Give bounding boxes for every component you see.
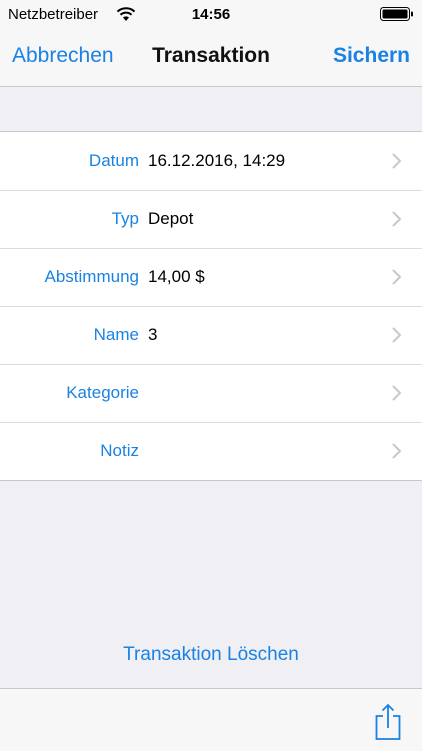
- share-icon[interactable]: [374, 703, 402, 741]
- chevron-right-icon: [392, 153, 401, 169]
- row-label: Datum: [88, 151, 139, 170]
- form-row-abstimmung[interactable]: Abstimmung 14,00 $: [0, 248, 422, 306]
- chevron-right-icon: [392, 327, 401, 343]
- transaction-form: Datum 16.12.2016, 14:29 Typ Depot Abstim…: [0, 131, 422, 481]
- row-value: 14,00 $: [148, 267, 205, 286]
- status-time: 14:56: [191, 6, 231, 23]
- status-bar: Netzbetreiber 14:56: [0, 0, 422, 28]
- save-button[interactable]: Sichern: [333, 44, 410, 68]
- row-value: 3: [148, 325, 158, 344]
- row-label: Abstimmung: [44, 267, 139, 286]
- form-row-datum[interactable]: Datum 16.12.2016, 14:29: [0, 132, 422, 190]
- row-label: Typ: [111, 209, 139, 228]
- row-value: 16.12.2016, 14:29: [148, 151, 286, 170]
- chevron-right-icon: [392, 211, 401, 227]
- chevron-right-icon: [392, 269, 401, 285]
- row-label: Name: [93, 325, 139, 344]
- navigation-bar: Abbrechen Transaktion Sichern: [0, 28, 422, 87]
- row-value: Depot: [148, 209, 194, 228]
- chevron-right-icon: [392, 385, 401, 401]
- battery-icon: [380, 7, 413, 21]
- form-row-typ[interactable]: Typ Depot: [0, 190, 422, 248]
- form-row-kategorie[interactable]: Kategorie: [0, 364, 422, 422]
- cancel-button[interactable]: Abbrechen: [12, 44, 114, 68]
- delete-transaction-button[interactable]: Transaktion Löschen: [0, 644, 422, 666]
- row-label: Kategorie: [66, 383, 139, 402]
- form-row-name[interactable]: Name 3: [0, 306, 422, 364]
- form-row-notiz[interactable]: Notiz: [0, 422, 422, 480]
- row-label: Notiz: [100, 441, 139, 460]
- bottom-toolbar: [0, 688, 422, 751]
- chevron-right-icon: [392, 443, 401, 459]
